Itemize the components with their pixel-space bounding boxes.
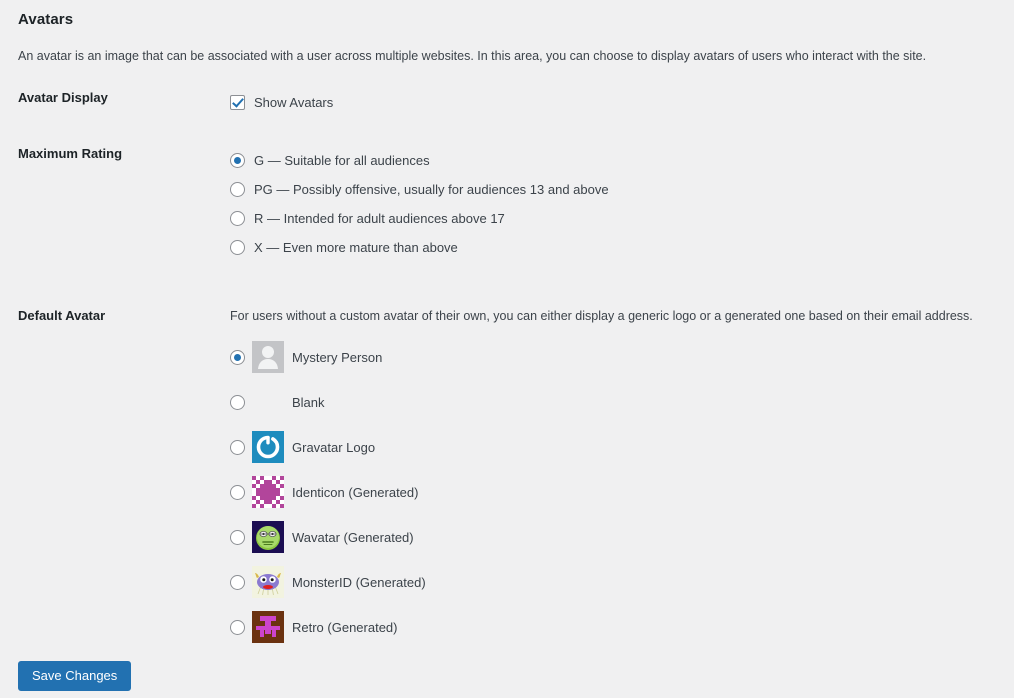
avatar-option-monsterid[interactable]: MonsterID (Generated) — [230, 560, 1014, 605]
rating-radio-pg[interactable] — [230, 182, 245, 197]
spacer-cell — [0, 114, 230, 146]
rating-label-g: G — Suitable for all audiences — [254, 153, 430, 168]
avatar-option-identicon[interactable]: Identicon (Generated) — [230, 470, 1014, 515]
row-default-avatar: Default Avatar For users without a custo… — [0, 308, 1014, 650]
save-changes-button[interactable]: Save Changes — [18, 661, 132, 691]
field-avatar-display: Show Avatars — [230, 90, 1014, 114]
avatar-option-gravatar[interactable]: Gravatar Logo — [230, 425, 1014, 470]
avatar-option-retro[interactable]: Retro (Generated) — [230, 605, 1014, 650]
monsterid-avatar-icon — [252, 566, 284, 598]
blank-avatar-icon — [252, 386, 284, 418]
avatar-label-monsterid: MonsterID (Generated) — [292, 574, 426, 590]
row-spacer-2 — [0, 262, 1014, 308]
rating-label-r: R — Intended for adult audiences above 1… — [254, 211, 505, 226]
avatar-option-wavatar[interactable]: Wavatar (Generated) — [230, 515, 1014, 560]
label-maximum-rating: Maximum Rating — [18, 146, 123, 161]
row-avatar-display: Avatar Display Show Avatars — [0, 90, 1014, 114]
label-default-avatar: Default Avatar — [18, 308, 106, 323]
field-default-avatar: For users without a custom avatar of the… — [230, 308, 1014, 650]
field-maximum-rating: G — Suitable for all audiences PG — Poss… — [230, 146, 1014, 262]
rating-option-r[interactable]: R — Intended for adult audiences above 1… — [230, 204, 1014, 233]
identicon-avatar-icon — [252, 476, 284, 508]
avatar-radio-mystery[interactable] — [230, 349, 245, 365]
rating-label-pg: PG — Possibly offensive, usually for aud… — [254, 182, 609, 197]
rating-label-x: X — Even more mature than above — [254, 240, 458, 255]
page-title: Avatars — [18, 11, 74, 28]
page-intro-text: An avatar is an image that can be associ… — [18, 49, 927, 63]
avatar-radio-wavatar[interactable] — [230, 529, 245, 545]
rating-radio-r[interactable] — [230, 211, 245, 226]
avatar-radio-blank[interactable] — [230, 394, 245, 410]
label-avatar-display: Avatar Display — [18, 90, 108, 105]
avatar-radio-gravatar[interactable] — [230, 439, 245, 455]
rating-option-pg[interactable]: PG — Possibly offensive, usually for aud… — [230, 175, 1014, 204]
rating-option-g[interactable]: G — Suitable for all audiences — [230, 146, 1014, 175]
avatars-settings-page: Avatars An avatar is an image that can b… — [0, 0, 1014, 698]
avatar-label-identicon: Identicon (Generated) — [292, 484, 419, 500]
avatar-label-gravatar: Gravatar Logo — [292, 439, 376, 455]
spacer-cell-4 — [230, 262, 1014, 308]
avatar-radio-retro[interactable] — [230, 619, 245, 635]
submit-area: Save Changes — [18, 661, 132, 691]
avatar-label-wavatar: Wavatar (Generated) — [292, 529, 414, 545]
avatar-radio-monsterid[interactable] — [230, 574, 245, 590]
default-avatar-description: For users without a custom avatar of the… — [230, 309, 973, 323]
rating-radio-x[interactable] — [230, 240, 245, 255]
avatar-option-mystery[interactable]: Mystery Person — [230, 335, 1014, 380]
avatar-label-mystery: Mystery Person — [292, 349, 383, 365]
avatar-option-blank[interactable]: Blank — [230, 380, 1014, 425]
show-avatars-checkbox[interactable] — [230, 94, 245, 110]
row-spacer-1 — [0, 114, 1014, 146]
avatar-label-blank: Blank — [292, 394, 325, 410]
retro-avatar-icon — [252, 611, 284, 643]
avatar-settings-form-table: Avatar Display Show Avatars Maximum Rati… — [0, 90, 1014, 650]
spacer-cell-2 — [230, 114, 1014, 146]
rating-option-x[interactable]: X — Even more mature than above — [230, 233, 1014, 262]
show-avatars-label: Show Avatars — [254, 94, 334, 110]
show-avatars-checkbox-row[interactable]: Show Avatars — [230, 90, 1014, 114]
spacer-cell-3 — [0, 262, 230, 308]
mystery-person-avatar-icon — [252, 341, 284, 373]
gravatar-logo-avatar-icon — [252, 431, 284, 463]
row-maximum-rating: Maximum Rating G — Suitable for all audi… — [0, 146, 1014, 262]
rating-radio-g[interactable] — [230, 153, 245, 168]
avatar-radio-identicon[interactable] — [230, 484, 245, 500]
avatar-label-retro: Retro (Generated) — [292, 619, 398, 635]
wavatar-avatar-icon — [252, 521, 284, 553]
